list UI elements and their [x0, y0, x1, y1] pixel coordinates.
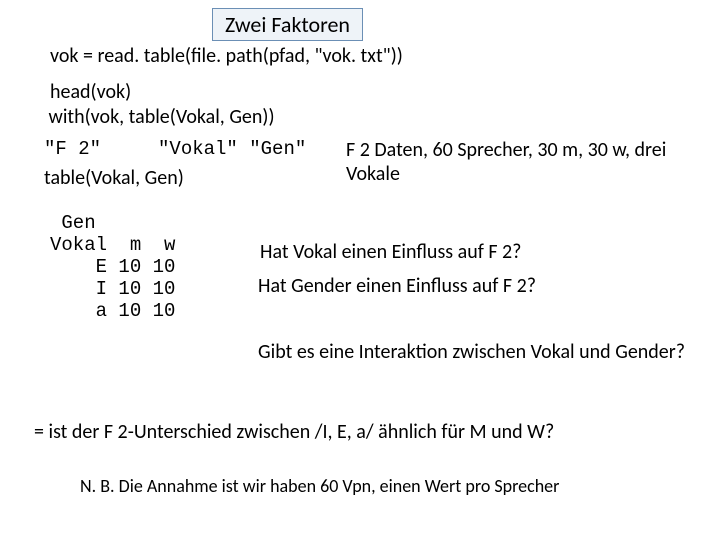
table-row-header1: Gen	[50, 212, 96, 234]
question-3: Gibt es eine Interaktion zwischen Vokal …	[258, 340, 688, 364]
table-row-e: E 10 10	[50, 256, 175, 278]
table-row-i: I 10 10	[50, 278, 175, 300]
code-line-3: with(vok, table(Vokal, Gen))	[44, 105, 275, 129]
table-row-a: a 10 10	[50, 300, 175, 322]
data-description: F 2 Daten, 60 Sprecher, 30 m, 30 w, drei…	[346, 138, 686, 186]
code-line-1: vok = read. table(file. path(pfad, "vok.…	[50, 44, 403, 68]
output-header: "F 2" "Vokal" "Gen"	[44, 138, 306, 160]
equals-statement: = ist der F 2-Unterschied zwischen /I, E…	[34, 420, 554, 444]
question-2: Hat Gender einen Einfluss auf F 2?	[258, 274, 536, 298]
note: N. B. Die Annahme ist wir haben 60 Vpn, …	[80, 475, 559, 497]
code-line-4: table(Vokal, Gen)	[44, 166, 184, 190]
table-row-header2: Vokal m w	[50, 234, 175, 256]
question-1: Hat Vokal einen Einfluss auf F 2?	[260, 240, 521, 264]
code-line-2: head(vok)	[50, 80, 131, 104]
slide-title: Zwei Faktoren	[212, 8, 363, 41]
